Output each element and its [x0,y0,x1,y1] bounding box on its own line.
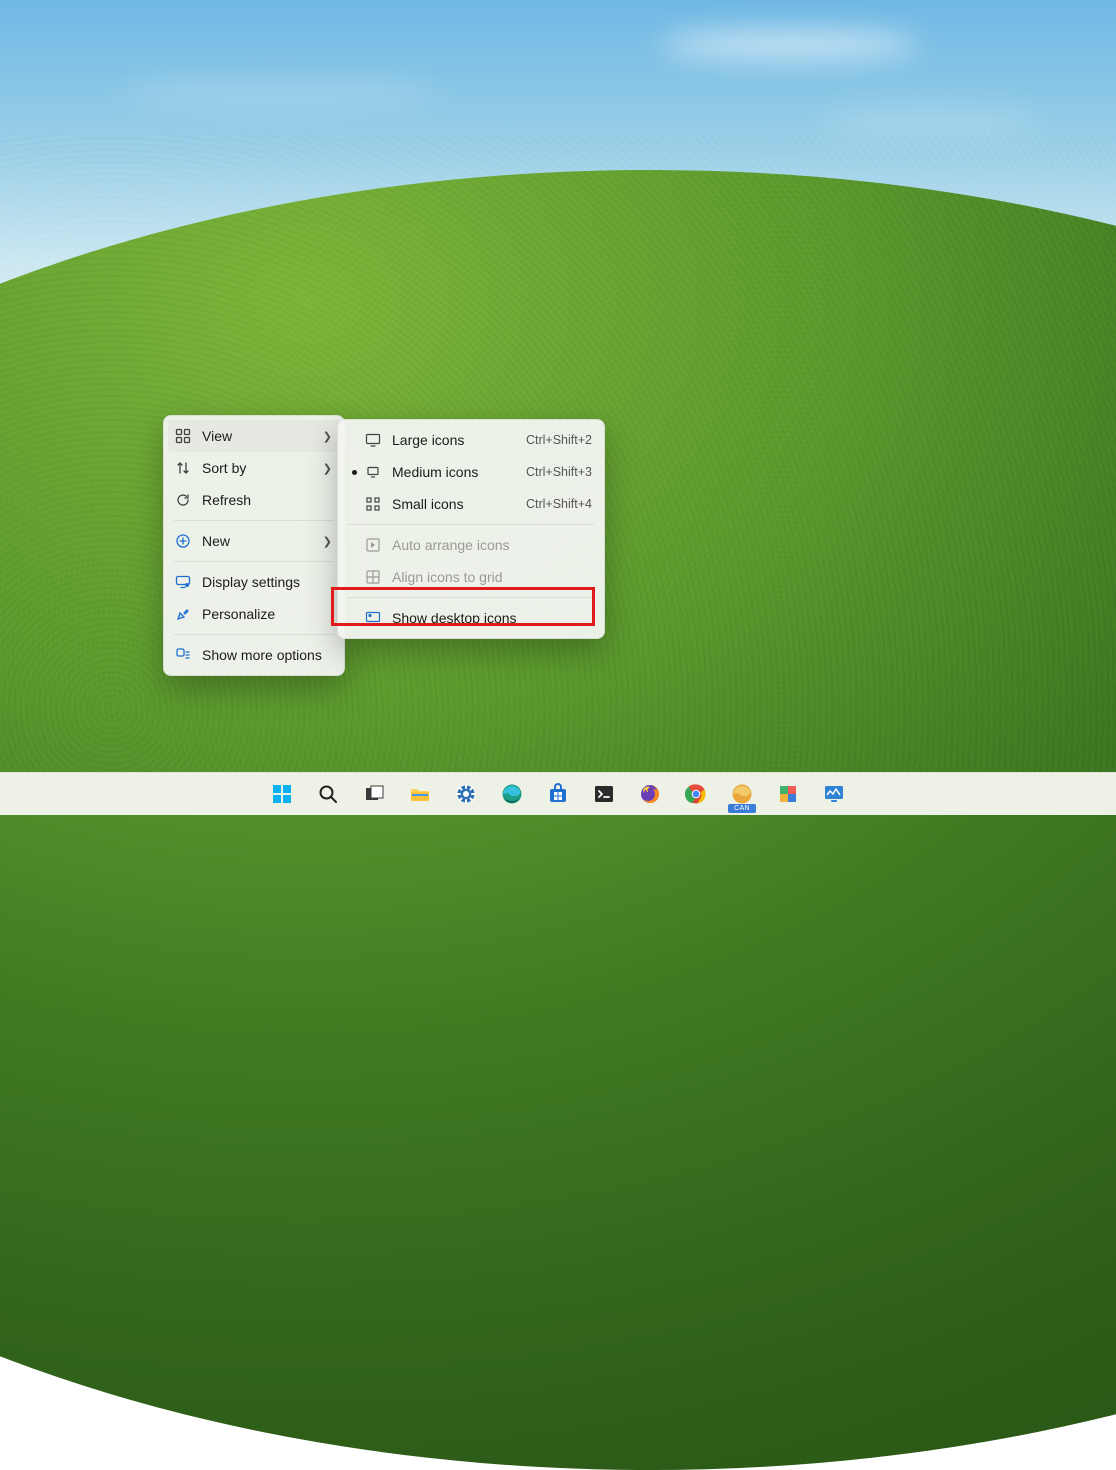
more-icon [174,646,192,664]
view-submenu: Large icons Ctrl+Shift+2 Medium icons Ct… [337,419,605,639]
display-icon [174,573,192,591]
terminal-icon [593,783,615,805]
taskview-icon [363,783,385,805]
taskbar-edge-canary[interactable]: CAN [724,778,760,810]
edge-canary-icon [731,783,753,805]
new-icon [174,532,192,550]
submenu-item-large-icons[interactable]: Large icons Ctrl+Shift+2 [342,424,600,456]
grid-small-icon [364,495,382,513]
chevron-right-icon: ❯ [323,535,332,548]
chevron-right-icon: ❯ [323,430,332,443]
menu-separator [174,634,334,635]
refresh-icon [174,491,192,509]
arrange-icon [364,536,382,554]
submenu-item-label: Large icons [392,432,516,448]
desktop-icons-icon [364,609,382,627]
taskbar-task-view[interactable] [356,778,392,810]
submenu-item-label: Align icons to grid [392,569,592,585]
folder-icon [409,783,431,805]
grid-icon [174,427,192,445]
taskbar-system-monitor[interactable] [816,778,852,810]
windows-icon [271,783,293,805]
firefox-icon [639,783,661,805]
keyboard-shortcut: Ctrl+Shift+4 [526,497,592,511]
taskbar-edge[interactable] [494,778,530,810]
radio-indicator [344,470,364,475]
menu-item-label: Show more options [202,647,332,663]
taskbar-microsoft-store[interactable] [540,778,576,810]
taskbar-chrome[interactable] [678,778,714,810]
submenu-item-small-icons[interactable]: Small icons Ctrl+Shift+4 [342,488,600,520]
paint-icon [174,605,192,623]
monitor-large-icon [364,431,382,449]
submenu-item-label: Auto arrange icons [392,537,592,553]
taskbar-settings[interactable] [448,778,484,810]
menu-separator [348,597,594,598]
gear-icon [455,783,477,805]
submenu-item-auto-arrange[interactable]: Auto arrange icons [342,529,600,561]
menu-separator [348,524,594,525]
submenu-item-label: Medium icons [392,464,516,480]
menu-item-label: Refresh [202,492,332,508]
menu-item-new[interactable]: New ❯ [168,525,340,557]
menu-item-label: View [202,428,323,444]
menu-separator [174,520,334,521]
menu-item-view[interactable]: View ❯ [168,420,340,452]
taskbar-terminal[interactable] [586,778,622,810]
menu-item-refresh[interactable]: Refresh [168,484,340,516]
menu-item-show-more-options[interactable]: Show more options [168,639,340,671]
monitor-medium-icon [364,463,382,481]
chevron-right-icon: ❯ [323,462,332,475]
taskbar-power-toys[interactable] [770,778,806,810]
submenu-item-label: Show desktop icons [392,610,592,626]
taskbar-file-explorer[interactable] [402,778,438,810]
menu-item-sort-by[interactable]: Sort by ❯ [168,452,340,484]
taskbar: CAN [0,772,1116,815]
monitor-app-icon [823,783,845,805]
chrome-icon [685,783,707,805]
search-icon [317,783,339,805]
taskbar-start[interactable] [264,778,300,810]
badge-label: CAN [728,804,756,813]
submenu-item-medium-icons[interactable]: Medium icons Ctrl+Shift+3 [342,456,600,488]
menu-item-label: Sort by [202,460,323,476]
sort-icon [174,459,192,477]
submenu-item-label: Small icons [392,496,516,512]
submenu-item-show-desktop-icons[interactable]: Show desktop icons [342,602,600,634]
taskbar-search[interactable] [310,778,346,810]
menu-item-display-settings[interactable]: Display settings [168,566,340,598]
store-icon [547,783,569,805]
puzzle-icon [777,783,799,805]
menu-item-personalize[interactable]: Personalize [168,598,340,630]
menu-item-label: Personalize [202,606,332,622]
menu-item-label: New [202,533,323,549]
edge-icon [501,783,523,805]
menu-item-label: Display settings [202,574,332,590]
align-grid-icon [364,568,382,586]
taskbar-firefox[interactable] [632,778,668,810]
submenu-item-align-to-grid[interactable]: Align icons to grid [342,561,600,593]
keyboard-shortcut: Ctrl+Shift+3 [526,465,592,479]
desktop-wallpaper[interactable] [0,0,1116,815]
menu-separator [174,561,334,562]
desktop-context-menu: View ❯ Sort by ❯ Refresh New ❯ [163,415,345,676]
keyboard-shortcut: Ctrl+Shift+2 [526,433,592,447]
